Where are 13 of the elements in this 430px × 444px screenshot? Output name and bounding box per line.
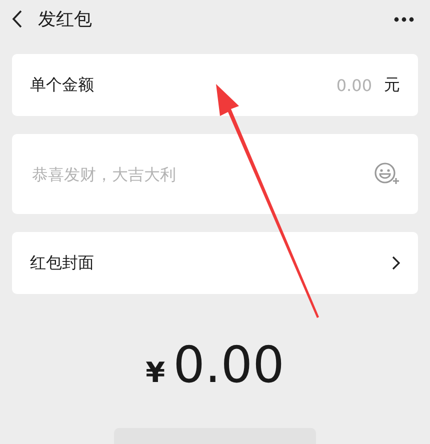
greeting-field[interactable]: 恭喜发财，大吉大利 [30, 164, 374, 184]
back-icon[interactable] [12, 10, 22, 28]
total-amount: 0.00 [173, 336, 284, 394]
cover-label: 红包封面 [30, 252, 94, 274]
page-title: 发红包 [38, 8, 93, 31]
currency-sign: ¥ [146, 356, 166, 389]
more-icon[interactable] [394, 16, 414, 22]
unit-label: 元 [384, 74, 400, 96]
amount-field[interactable]: 0.00 [94, 74, 374, 96]
amount-label: 单个金额 [30, 74, 94, 96]
chevron-icon [392, 256, 400, 270]
emoji-icon[interactable] [374, 162, 400, 186]
cover-row[interactable]: 红包封面 [12, 232, 418, 294]
